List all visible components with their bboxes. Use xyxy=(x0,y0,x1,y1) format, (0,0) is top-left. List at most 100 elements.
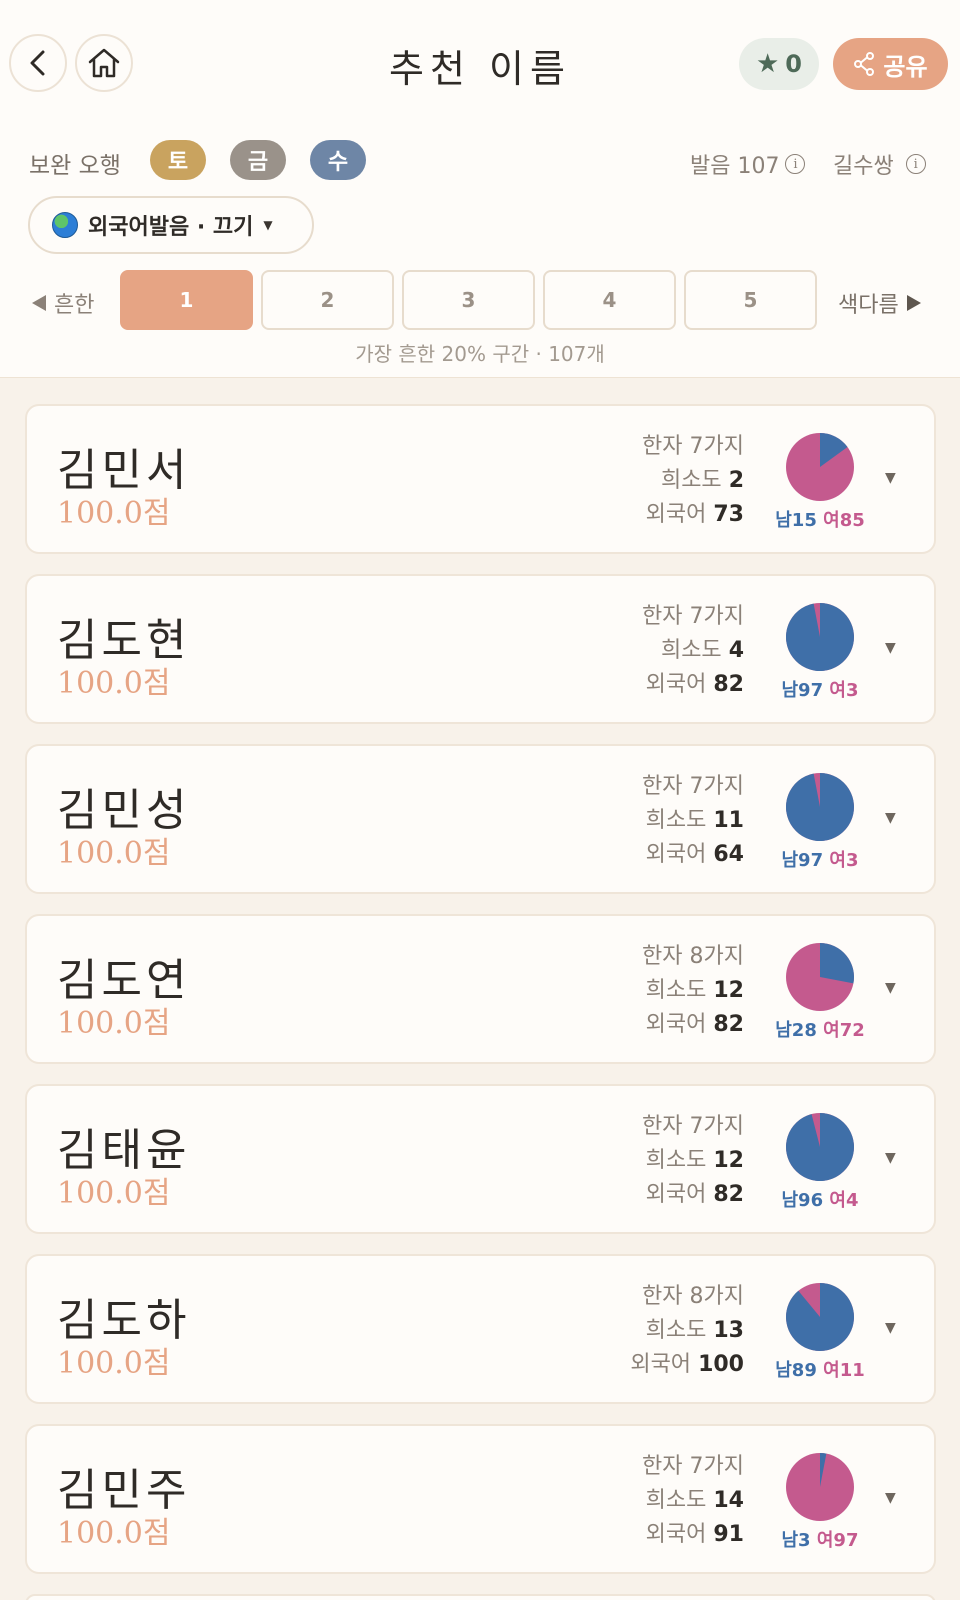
rarity-value: 11 xyxy=(713,808,744,833)
page-next-unique[interactable]: 색다름 xyxy=(838,287,921,319)
gender-pie-chart xyxy=(785,1283,854,1351)
gender-ratio: 남3 여97 xyxy=(770,1526,870,1552)
expand-icon[interactable]: ▼ xyxy=(885,1150,896,1166)
name-card[interactable]: 김도하 100.0점 한자 8가지 희소도 13 외국어 100 남89 여11… xyxy=(25,1254,936,1404)
female-ratio: 여3 xyxy=(829,850,859,871)
triangle-left-icon xyxy=(32,295,46,311)
page-button-5[interactable]: 5 xyxy=(684,270,817,330)
name-card[interactable]: 김민서 100.0점 한자 7가지 희소도 2 외국어 73 남15 여85 ▼ xyxy=(25,404,936,554)
gender-pie-chart xyxy=(786,943,855,1011)
rarity-label: 희소도 xyxy=(645,1488,707,1513)
foreign-label: 외국어 xyxy=(645,502,707,527)
gender-ratio: 남89 여11 xyxy=(770,1356,870,1382)
foreign-pronunciation-filter[interactable]: 외국어발음 · 끄기 ▼ xyxy=(28,196,314,254)
name-stats: 한자 7가지 희소도 4 외국어 82 xyxy=(642,600,744,702)
female-ratio: 여72 xyxy=(823,1020,865,1041)
gender-ratio: 남28 여72 xyxy=(770,1016,870,1042)
foreign-value: 73 xyxy=(713,502,744,527)
female-ratio: 여11 xyxy=(823,1360,865,1381)
score-text: 100.0점 xyxy=(57,1346,171,1381)
female-ratio: 여4 xyxy=(829,1190,859,1211)
pie-slice-male xyxy=(820,943,855,984)
foreign-value: 64 xyxy=(713,842,744,867)
score-text: 100.0점 xyxy=(57,666,171,701)
score-text: 100.0점 xyxy=(57,836,171,871)
hanja-count: 한자 8가지 xyxy=(642,944,744,969)
foreign-label: 외국어 xyxy=(645,1012,707,1037)
rarity-line: 희소도 12 xyxy=(642,1144,744,1178)
expand-icon[interactable]: ▼ xyxy=(885,810,896,826)
star-icon: ★ xyxy=(755,49,780,79)
male-ratio: 남96 xyxy=(781,1190,824,1211)
favorites-button[interactable]: ★ 0 xyxy=(739,38,819,90)
gender-ratio: 남97 여3 xyxy=(770,676,870,702)
expand-icon[interactable]: ▼ xyxy=(885,470,896,486)
page-prev-common[interactable]: 흔한 xyxy=(32,287,94,319)
gilsu-info[interactable]: 길수쌍 i xyxy=(833,148,926,180)
element-chip-water: 수 xyxy=(310,140,366,180)
rarity-line: 희소도 12 xyxy=(642,974,744,1008)
rarity-label: 희소도 xyxy=(645,808,707,833)
name-card[interactable]: 김도연 100.0점 한자 8가지 희소도 12 외국어 82 남28 여72 … xyxy=(25,914,936,1064)
expand-icon[interactable]: ▼ xyxy=(885,1490,896,1506)
gender-ratio: 남96 여4 xyxy=(770,1186,870,1212)
name-card-partial[interactable] xyxy=(25,1594,936,1600)
filter-label: 외국어발음 · 끄기 xyxy=(88,215,254,240)
triangle-right-icon xyxy=(906,295,921,311)
share-label: 공유 xyxy=(883,52,928,81)
female-ratio: 여97 xyxy=(816,1530,859,1551)
rarity-line: 희소도 13 xyxy=(630,1314,744,1348)
pronunciation-info[interactable]: 발음 107 i xyxy=(690,148,806,180)
foreign-line: 외국어 82 xyxy=(642,1178,744,1212)
page-button-3[interactable]: 3 xyxy=(402,270,535,330)
foreign-line: 외국어 100 xyxy=(630,1348,744,1382)
foreign-value: 82 xyxy=(713,672,744,697)
foreign-label: 외국어 xyxy=(645,1522,707,1547)
expand-icon[interactable]: ▼ xyxy=(885,1320,896,1336)
page-button-4[interactable]: 4 xyxy=(543,270,676,330)
male-ratio: 남97 xyxy=(781,850,824,871)
expand-icon[interactable]: ▼ xyxy=(885,640,896,656)
rarity-line: 희소도 4 xyxy=(642,634,744,668)
male-ratio: 남3 xyxy=(781,1530,811,1551)
foreign-value: 82 xyxy=(713,1182,744,1207)
element-chip-metal: 금 xyxy=(230,140,286,180)
name-stats: 한자 8가지 희소도 13 외국어 100 xyxy=(630,1280,744,1382)
rarity-line: 희소도 14 xyxy=(642,1484,744,1518)
page-button-2[interactable]: 2 xyxy=(261,270,394,330)
score-text: 100.0점 xyxy=(57,1176,171,1211)
info-icon: i xyxy=(785,154,806,174)
gender-pie-chart xyxy=(786,433,854,501)
share-button[interactable]: 공유 xyxy=(833,38,948,90)
page-button-1[interactable]: 1 xyxy=(120,270,253,330)
rarity-label: 희소도 xyxy=(660,468,722,493)
foreign-line: 외국어 82 xyxy=(642,1008,744,1042)
supplement-label: 보완 오행 xyxy=(29,153,121,179)
foreign-value: 82 xyxy=(713,1012,744,1037)
hanja-count: 한자 7가지 xyxy=(642,1454,744,1479)
rarity-value: 12 xyxy=(713,978,744,1003)
rarity-label: 희소도 xyxy=(660,638,722,663)
header-area: 추천 이름 ★ 0 공유 보완 오행 토 금 수 발음 107 i 길수쌍 i … xyxy=(0,0,960,378)
gender-pie-chart xyxy=(785,603,854,671)
rarity-line: 희소도 2 xyxy=(642,464,744,498)
gender-pie-chart xyxy=(786,1113,855,1181)
name-card[interactable]: 김태윤 100.0점 한자 7가지 희소도 12 외국어 82 남96 여4 ▼ xyxy=(25,1084,936,1234)
hanja-count: 한자 7가지 xyxy=(642,1114,744,1139)
rarity-label: 희소도 xyxy=(645,1148,707,1173)
name-stats: 한자 7가지 희소도 12 외국어 82 xyxy=(642,1110,744,1212)
name-card[interactable]: 김도현 100.0점 한자 7가지 희소도 4 외국어 82 남97 여3 ▼ xyxy=(25,574,936,724)
foreign-value: 100 xyxy=(698,1352,744,1377)
female-ratio: 여3 xyxy=(829,680,859,701)
foreign-line: 외국어 73 xyxy=(642,498,744,532)
name-card[interactable]: 김민주 100.0점 한자 7가지 희소도 14 외국어 91 남3 여97 ▼ xyxy=(25,1424,936,1574)
expand-icon[interactable]: ▼ xyxy=(885,980,896,996)
foreign-label: 외국어 xyxy=(645,1182,707,1207)
name-card[interactable]: 김민성 100.0점 한자 7가지 희소도 11 외국어 64 남97 여3 ▼ xyxy=(25,744,936,894)
rarity-line: 희소도 11 xyxy=(642,804,744,838)
score-text: 100.0점 xyxy=(57,496,171,531)
rarity-value: 14 xyxy=(713,1488,744,1513)
name-stats: 한자 8가지 희소도 12 외국어 82 xyxy=(642,940,744,1042)
caret-down-icon: ▼ xyxy=(263,218,273,232)
score-text: 100.0점 xyxy=(57,1516,171,1551)
